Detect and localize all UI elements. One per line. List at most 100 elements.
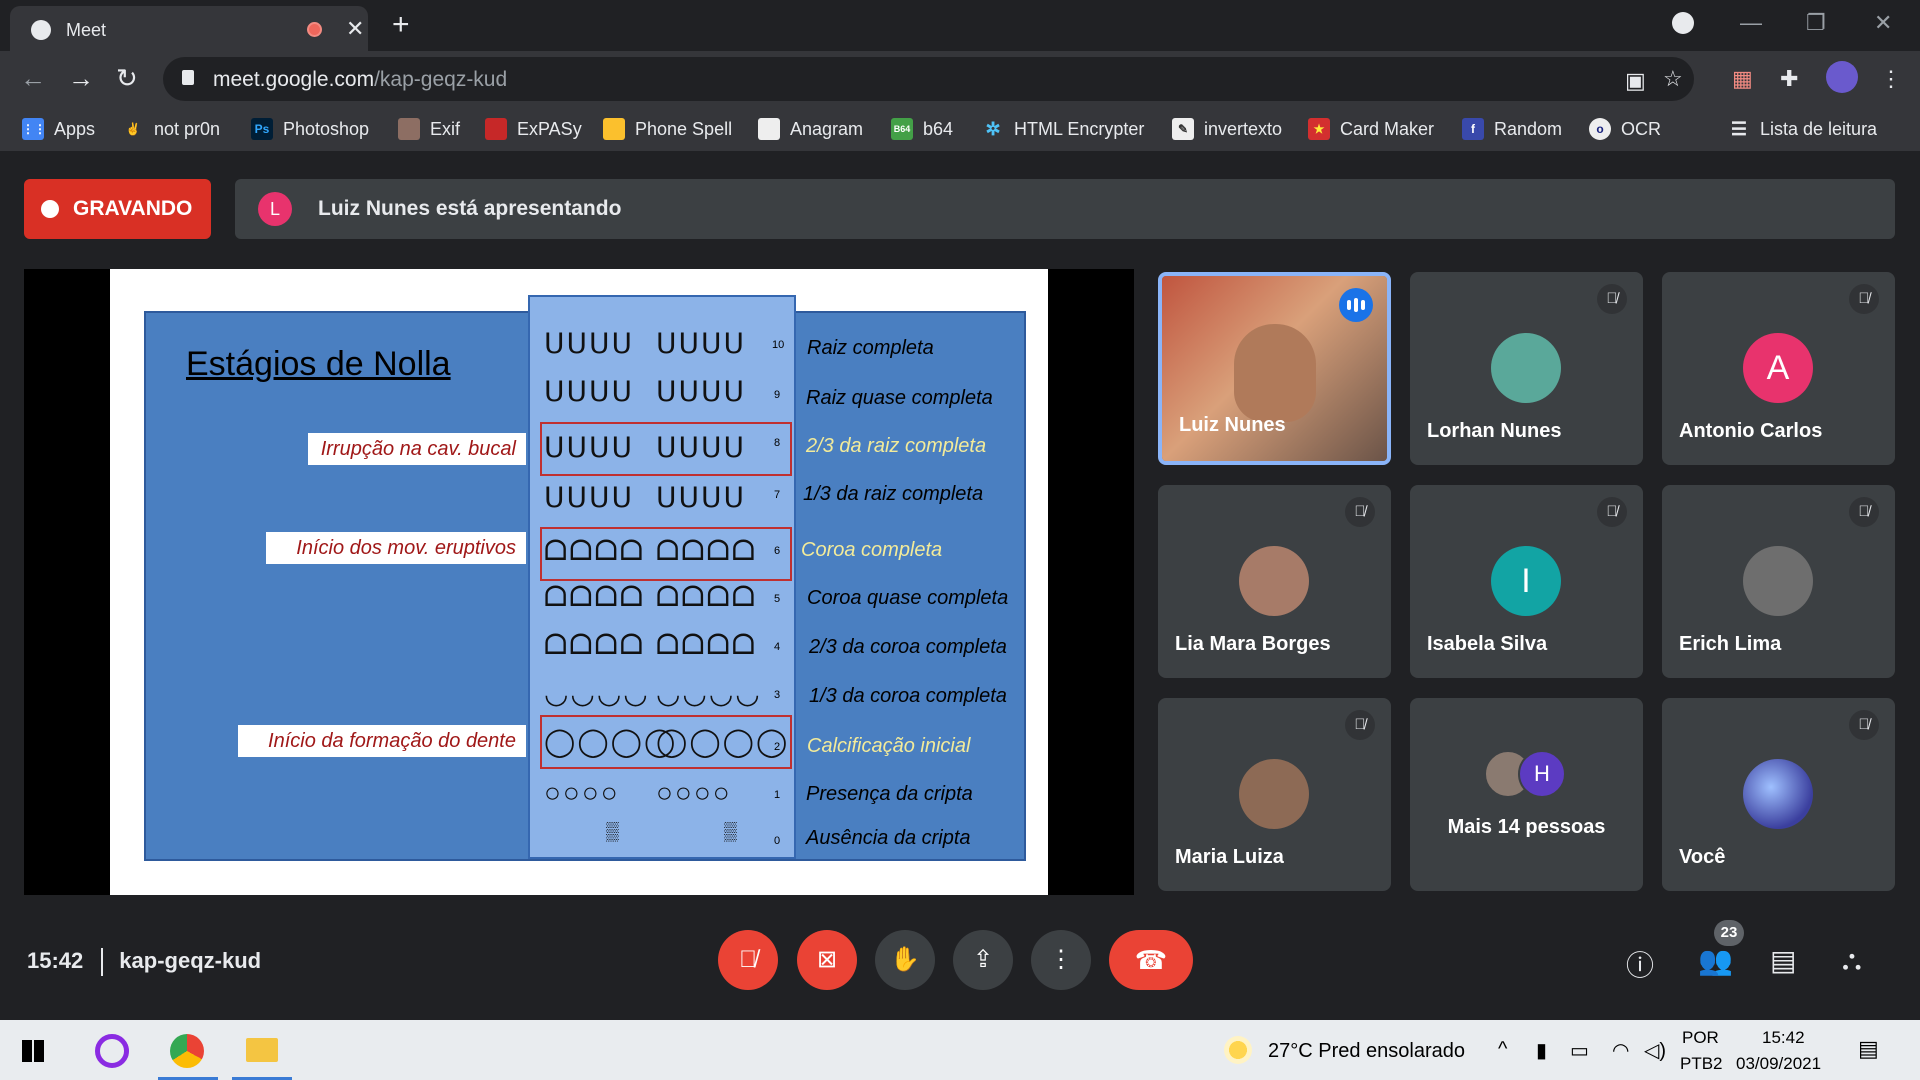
meeting-time: 15:42 (27, 948, 84, 973)
show-hidden-icons-icon[interactable]: ^ (1498, 1038, 1507, 1061)
tab-search-icon[interactable] (1672, 12, 1694, 34)
hang-up-icon: ☎ (1134, 945, 1168, 975)
stage-label: Presença da cripta (806, 783, 973, 805)
teeth-drawing-0: ▒ (724, 821, 739, 841)
divider (101, 948, 104, 977)
minimize-icon[interactable]: — (1740, 10, 1762, 36)
participant-tile-self[interactable]: 🎙̸ Você (1662, 698, 1895, 891)
bookmark-anagram[interactable]: Anagram (758, 115, 863, 143)
new-tab-button[interactable]: + (392, 8, 410, 42)
teeth-drawing-1: ○○○○ (544, 777, 620, 808)
participant-tile-luiz-nunes[interactable]: Luiz Nunes (1158, 272, 1391, 465)
recording-badge[interactable]: GRAVANDO (24, 179, 211, 239)
weather-text[interactable]: 27°C Pred ensolarado (1268, 1040, 1465, 1063)
wifi-icon[interactable]: ◠ (1612, 1038, 1629, 1063)
bookmark-b64[interactable]: B64 b64 (891, 115, 953, 143)
camera-off-button[interactable]: ⊠ (797, 930, 857, 990)
stage-label: Coroa quase completa (807, 587, 1009, 609)
start-button[interactable] (18, 1020, 58, 1080)
bookmark-expasy[interactable]: ExPASy (485, 115, 582, 143)
teeth-drawing-7: ᑌᑌᑌᑌ (544, 482, 634, 513)
camera-blocked-icon[interactable]: ▣ (1625, 68, 1646, 94)
reading-list[interactable]: ☰ Lista de leitura (1728, 115, 1877, 143)
info-icon[interactable]: ⓘ (1626, 944, 1654, 984)
keyboard-layout[interactable]: PTB2 (1680, 1054, 1723, 1074)
participant-tile-antonio-carlos[interactable]: A 🎙̸ Antonio Carlos (1662, 272, 1895, 465)
input-language[interactable]: POR (1682, 1028, 1719, 1048)
mic-off-icon: 🎙̸ (1849, 284, 1879, 314)
mic-off-icon: 🎙̸ (1597, 497, 1627, 527)
clock-time[interactable]: 15:42 (1762, 1028, 1805, 1048)
bookmark-star-icon[interactable]: ☆ (1663, 66, 1683, 92)
battery-icon[interactable]: ▭ (1570, 1038, 1589, 1063)
participant-tile-isabela-silva[interactable]: I 🎙̸ Isabela Silva (1410, 485, 1643, 678)
bookmark-apps[interactable]: ⋮⋮ Apps (22, 115, 95, 143)
back-icon[interactable]: ← (20, 63, 46, 94)
ocr-icon: o (1589, 118, 1611, 140)
microphone-icon[interactable]: ▮ (1536, 1038, 1547, 1063)
participant-tile-more-people[interactable]: H Mais 14 pessoas (1410, 698, 1643, 891)
participant-tile-lorhan-nunes[interactable]: 🎙̸ Lorhan Nunes (1410, 272, 1643, 465)
windows-taskbar: 27°C Pred ensolarado ^ ▮ ▭ ◠ ◁) POR PTB2… (0, 1020, 1920, 1080)
participant-tile-maria-luiza[interactable]: 🎙̸ Maria Luiza (1158, 698, 1391, 891)
present-screen-button[interactable]: ⇪ (953, 930, 1013, 990)
participant-tile-erich-lima[interactable]: 🎙̸ Erich Lima (1662, 485, 1895, 678)
extension-calendar-icon[interactable]: ▦ (1732, 66, 1753, 92)
mic-off-icon: 🎙̸ (1597, 284, 1627, 314)
bookmark-not-pr0n[interactable]: ✌ not pr0n (122, 115, 221, 143)
callout-eruptive-movements: Início dos mov. eruptivos (266, 532, 526, 564)
restore-icon[interactable]: ❐ (1806, 10, 1826, 36)
bookmark-exif[interactable]: Exif (398, 115, 460, 143)
participant-tile-lia-mara-borges[interactable]: 🎙̸ Lia Mara Borges (1158, 485, 1391, 678)
windows-icon (22, 1040, 44, 1062)
activities-icon[interactable]: ⛬ (1842, 944, 1862, 977)
apps-grid-icon: ⋮⋮ (22, 118, 46, 140)
teeth-drawing-3: ◡◡◡◡ (656, 678, 762, 709)
bookmark-html-encrypter[interactable]: ✲ HTML Encrypter (982, 115, 1144, 143)
notifications-icon[interactable]: ▤ (1858, 1036, 1879, 1062)
slide: Estágios de Nolla ᑌᑌᑌᑌ ᑌᑌᑌᑌ ᑌᑌᑌᑌ ᑌᑌᑌᑌ ᑌᑌ… (110, 269, 1048, 895)
reload-icon[interactable]: ↻ (116, 63, 138, 94)
teeth-drawing-7: ᑌᑌᑌᑌ (656, 482, 746, 513)
window-close-icon[interactable]: ✕ (1874, 10, 1892, 36)
bookmark-invertexto[interactable]: ✎ invertexto (1172, 115, 1282, 143)
people-icon[interactable]: 👥 (1698, 944, 1733, 977)
address-bar[interactable]: meet.google.com/kap-geqz-kud ▣ ☆ (163, 57, 1694, 101)
taskbar-chrome[interactable] (158, 1020, 218, 1080)
more-options-button[interactable]: ⋮ (1031, 930, 1091, 990)
hand-icon: ✋ (890, 946, 920, 973)
bookmark-photoshop[interactable]: Ps Photoshop (251, 115, 369, 143)
raise-hand-button[interactable]: ✋ (875, 930, 935, 990)
bookmark-phone-spell[interactable]: Phone Spell (603, 115, 732, 143)
extensions-icon[interactable]: ✚ (1780, 66, 1798, 92)
teeth-drawing-0: ▒ (606, 821, 621, 841)
bookmark-card-maker[interactable]: ★ Card Maker (1308, 115, 1434, 143)
stage-number: 2 (774, 741, 781, 753)
teeth-drawing-2: ◯◯◯◯ (656, 726, 790, 757)
volume-icon[interactable]: ◁) (1644, 1038, 1666, 1063)
participant-name: Luiz Nunes (1179, 414, 1286, 436)
bookmark-ocr[interactable]: o OCR (1589, 115, 1661, 143)
more-participants-label: Mais 14 pessoas (1447, 816, 1606, 838)
avatar (1743, 546, 1813, 616)
clock-date[interactable]: 03/09/2021 (1736, 1054, 1821, 1074)
b64-icon: B64 (891, 118, 913, 140)
cortana-button[interactable] (95, 1020, 135, 1080)
stage-number: 0 (774, 835, 781, 847)
mic-off-button[interactable]: 🎙̸ (718, 930, 778, 990)
close-tab-icon[interactable]: ✕ (346, 16, 364, 42)
folder-icon (246, 1038, 278, 1062)
chat-icon[interactable]: ▤ (1770, 944, 1796, 977)
stage-label: 1/3 da raiz completa (803, 483, 984, 505)
participant-name: Você (1679, 846, 1726, 868)
forward-icon[interactable]: → (68, 63, 94, 94)
presentation-area[interactable]: Estágios de Nolla ᑌᑌᑌᑌ ᑌᑌᑌᑌ ᑌᑌᑌᑌ ᑌᑌᑌᑌ ᑌᑌ… (24, 269, 1134, 895)
profile-avatar[interactable] (1826, 61, 1858, 93)
menu-icon[interactable]: ⋮ (1880, 66, 1902, 92)
taskbar-file-explorer[interactable] (232, 1020, 292, 1080)
end-call-button[interactable]: ☎ (1109, 930, 1193, 990)
bookmark-random[interactable]: f Random (1462, 115, 1562, 143)
stage-label-highlighted: 2/3 da raiz completa (806, 435, 987, 457)
tab-meet[interactable]: Meet ✕ (10, 6, 368, 51)
stage-number: 8 (774, 437, 781, 449)
